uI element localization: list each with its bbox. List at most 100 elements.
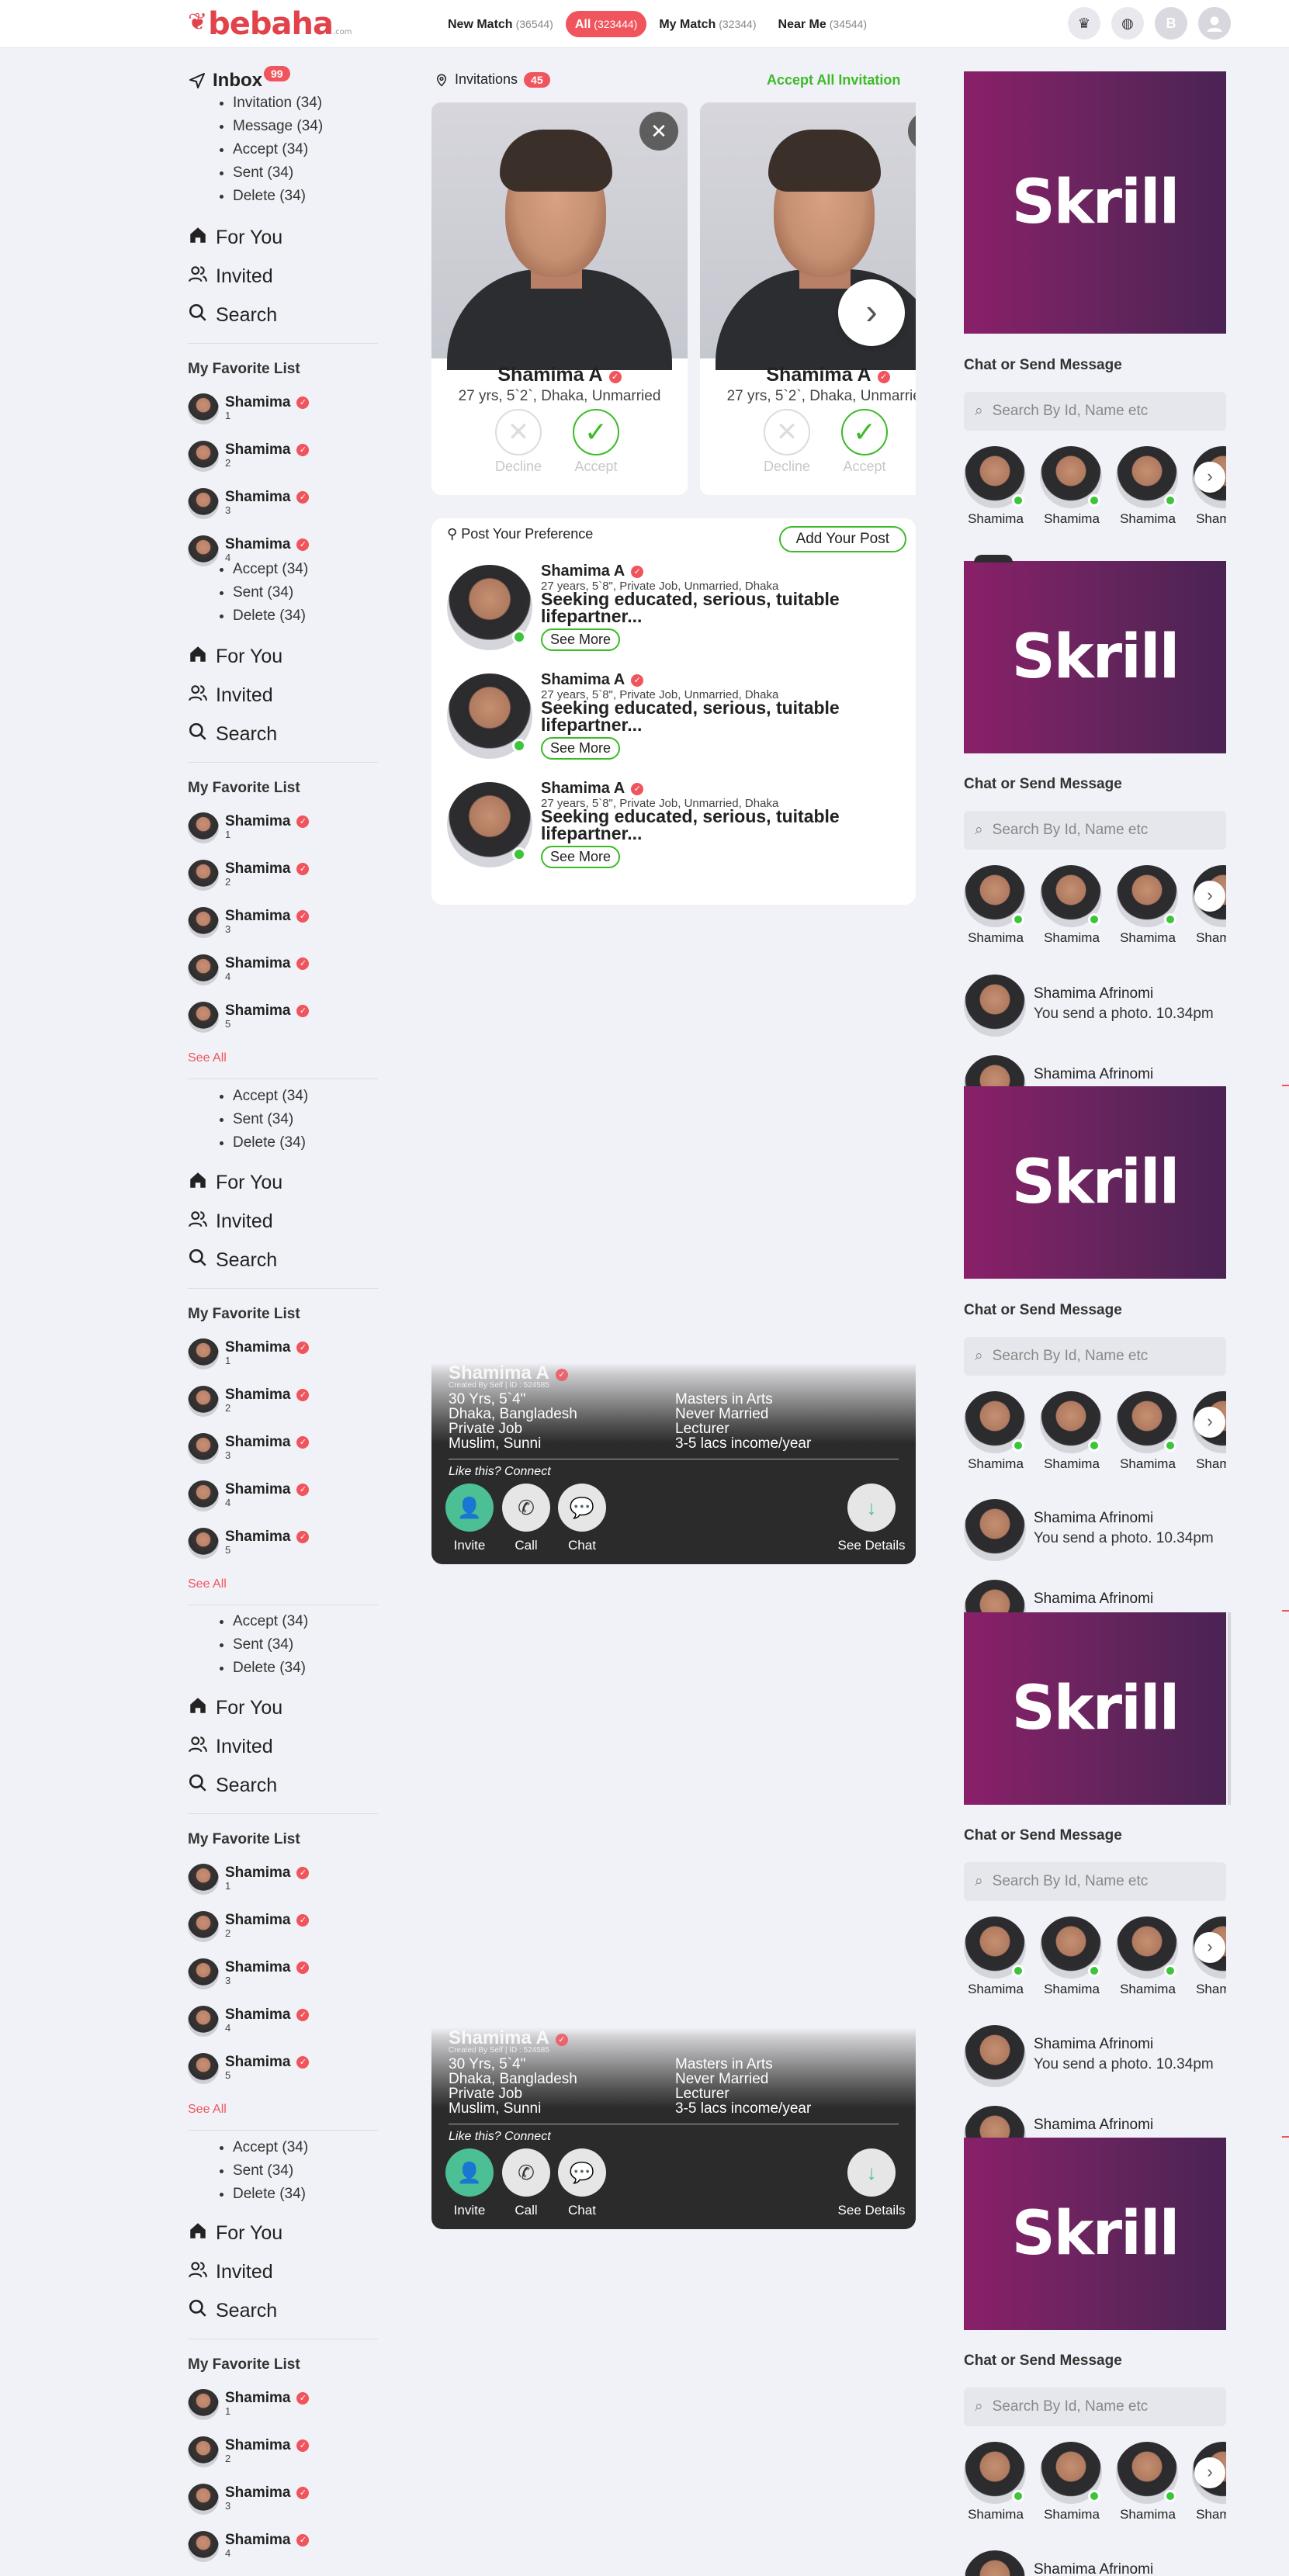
- inbox-item-delete[interactable]: Delete (34): [233, 185, 323, 208]
- inbox-title[interactable]: Inbox 99: [188, 66, 323, 92]
- chevron-right-icon[interactable]: ›: [1194, 2457, 1225, 2488]
- online-user[interactable]: Shamima: [1040, 2442, 1104, 2522]
- skrill-ad-banner[interactable]: Skrill: [964, 1086, 1226, 1279]
- online-user[interactable]: Shamima: [1040, 1916, 1104, 1997]
- tab-near-me[interactable]: Near Me (34544): [769, 11, 877, 37]
- close-icon[interactable]: ✕: [639, 112, 678, 151]
- skrill-ad-banner[interactable]: Skrill: [964, 71, 1226, 334]
- tab-new-match[interactable]: New Match (36544): [438, 11, 563, 37]
- chat-search-input[interactable]: ⌕ Search By Id, Name etc: [964, 2387, 1226, 2426]
- chevron-right-icon[interactable]: ›: [1194, 1932, 1225, 1963]
- online-user[interactable]: Shamima: [1116, 2442, 1180, 2522]
- skrill-ad-banner[interactable]: Skrill: [964, 1612, 1226, 1805]
- chat-message-item[interactable]: Shamima AfrinomiYou send a photo. 10.34p…: [964, 2550, 1226, 2576]
- menu-invited[interactable]: Invited: [188, 1209, 273, 1234]
- favorite-item[interactable]: Shamima ✓ 2: [188, 860, 310, 891]
- favorite-item[interactable]: Shamima ✓ 3: [188, 2484, 310, 2515]
- menu-invited[interactable]: Invited: [188, 264, 273, 289]
- inbox-item-invitation[interactable]: Invitation (34): [233, 92, 323, 115]
- favorite-item[interactable]: Shamima ✓ 3: [188, 488, 310, 519]
- favorite-item[interactable]: Shamima ✓ 5: [188, 1002, 310, 1033]
- favorite-item[interactable]: Shamima ✓ 2: [188, 1386, 310, 1417]
- chat-message-item[interactable]: Shamima AfrinomiYou send a photo. 10.34p…: [964, 2025, 1226, 2087]
- see-details-button[interactable]: ↓ See Details: [837, 1484, 906, 1553]
- crown-icon[interactable]: ♛: [1068, 7, 1100, 40]
- favorite-item[interactable]: Shamima ✓ 3: [188, 1958, 310, 1989]
- online-user[interactable]: Shamima: [1116, 865, 1180, 946]
- see-all-link[interactable]: See All: [188, 1577, 227, 1591]
- see-all-link[interactable]: See All: [188, 1051, 227, 1065]
- chat-search-input[interactable]: ⌕ Search By Id, Name etc: [964, 1862, 1226, 1901]
- see-more-button[interactable]: See More: [541, 628, 621, 651]
- inbox-item-sent[interactable]: Sent (34): [233, 161, 323, 185]
- favorite-item[interactable]: Shamima ✓ 4: [188, 954, 310, 985]
- see-all-link[interactable]: See All: [188, 2103, 227, 2117]
- chat-button[interactable]: 💬 Chat: [555, 1484, 609, 1553]
- online-user[interactable]: Shamima: [964, 2442, 1027, 2522]
- online-user[interactable]: Shamima: [1040, 865, 1104, 946]
- favorite-item[interactable]: Shamima ✓ 4: [188, 2531, 310, 2562]
- tab-all[interactable]: All (323444): [565, 11, 647, 37]
- inbox-item-message[interactable]: Message (34): [233, 115, 323, 138]
- menu-invited[interactable]: Invited: [188, 2259, 273, 2285]
- favorite-item[interactable]: Shamima ✓ 3: [188, 907, 310, 938]
- favorite-item[interactable]: Shamima ✓ 2: [188, 1911, 310, 1942]
- online-user[interactable]: Shamima: [1116, 1916, 1180, 1997]
- menu-for-you[interactable]: For You: [188, 225, 282, 251]
- favorite-item[interactable]: Shamima ✓ 1: [188, 393, 310, 424]
- profile-avatar[interactable]: [1198, 7, 1231, 40]
- chat-search-input[interactable]: ⌕ Search By Id, Name etc: [964, 811, 1226, 850]
- user-initial-avatar[interactable]: B: [1155, 7, 1187, 40]
- call-button[interactable]: ✆ Call: [499, 1484, 553, 1553]
- favorite-item[interactable]: Shamima ✓ 1: [188, 1338, 310, 1369]
- add-post-button[interactable]: Add Your Post: [778, 526, 906, 552]
- skrill-ad-banner[interactable]: Skrill: [964, 2138, 1226, 2330]
- menu-for-you[interactable]: For You: [188, 1695, 282, 1721]
- inbox-item-accept[interactable]: Accept (34): [233, 138, 323, 161]
- scrollbar[interactable]: [1228, 1612, 1231, 1805]
- menu-search[interactable]: Search: [188, 1773, 277, 1799]
- call-button[interactable]: ✆ Call: [499, 2148, 553, 2218]
- menu-for-you[interactable]: For You: [188, 644, 282, 670]
- online-user[interactable]: Shamima: [964, 446, 1027, 527]
- brand-logo[interactable]: ❦bebaha.com: [188, 6, 352, 42]
- online-user[interactable]: Shamima: [1040, 446, 1104, 527]
- favorite-item[interactable]: Shamima ✓ 1: [188, 2389, 310, 2420]
- menu-search[interactable]: Search: [188, 1248, 277, 1273]
- favorite-item[interactable]: Shamima ✓ 2: [188, 2436, 310, 2467]
- see-more-button[interactable]: See More: [541, 737, 621, 760]
- favorite-item[interactable]: Shamima ✓ 1: [188, 1864, 310, 1895]
- menu-search[interactable]: Search: [188, 303, 277, 328]
- accept-all-button[interactable]: Accept All Invitation: [767, 72, 900, 88]
- menu-invited[interactable]: Invited: [188, 1734, 273, 1760]
- globe-icon[interactable]: ◍: [1111, 7, 1144, 40]
- menu-search[interactable]: Search: [188, 2298, 277, 2324]
- see-details-button[interactable]: ↓ See Details: [837, 2148, 906, 2218]
- favorite-item[interactable]: Shamima ✓ 3: [188, 1433, 310, 1464]
- invite-button[interactable]: 👤 Invite: [442, 2148, 497, 2218]
- accept-button[interactable]: ✓ Accept: [571, 409, 621, 475]
- see-more-button[interactable]: See More: [541, 846, 621, 868]
- accept-button[interactable]: ✓ Accept: [840, 409, 889, 475]
- menu-for-you[interactable]: For You: [188, 1170, 282, 1196]
- chat-search-input[interactable]: ⌕ Search By Id, Name etc: [964, 1337, 1226, 1376]
- decline-button[interactable]: ✕ Decline: [494, 409, 543, 475]
- chevron-right-icon[interactable]: ›: [1194, 462, 1225, 493]
- favorite-item[interactable]: Shamima ✓ 4: [188, 2006, 310, 2037]
- online-user[interactable]: Shamima: [1116, 1391, 1180, 1472]
- chat-search-input[interactable]: ⌕ Search By Id, Name etc: [964, 392, 1226, 431]
- chevron-right-icon[interactable]: ›: [1194, 881, 1225, 912]
- online-user[interactable]: Shamima: [964, 1391, 1027, 1472]
- tab-my-match[interactable]: My Match (32344): [650, 11, 765, 37]
- favorite-item[interactable]: Shamima ✓ 5: [188, 2053, 310, 2084]
- chat-message-item[interactable]: Shamima AfrinomiYou send a photo. 10.34p…: [964, 975, 1226, 1037]
- menu-search[interactable]: Search: [188, 722, 277, 747]
- menu-invited[interactable]: Invited: [188, 683, 273, 708]
- favorite-item[interactable]: Shamima ✓ 4: [188, 1480, 310, 1511]
- decline-button[interactable]: ✕ Decline: [762, 409, 812, 475]
- online-user[interactable]: Shamima: [964, 865, 1027, 946]
- chat-button[interactable]: 💬 Chat: [555, 2148, 609, 2218]
- carousel-next-button[interactable]: ›: [838, 279, 905, 346]
- online-user[interactable]: Shamima: [1116, 446, 1180, 527]
- favorite-item[interactable]: Shamima ✓ 5: [188, 1528, 310, 1559]
